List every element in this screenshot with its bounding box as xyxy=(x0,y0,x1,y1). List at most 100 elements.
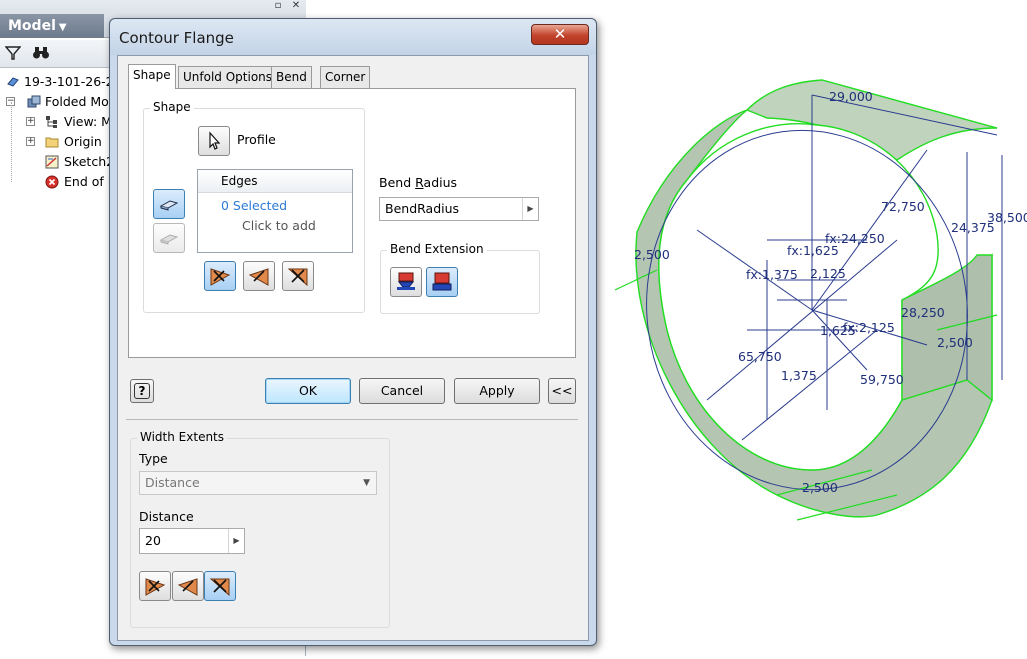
folded-model-icon xyxy=(27,95,41,108)
dialog-titlebar[interactable]: Contour Flange ✕ xyxy=(110,19,596,55)
dim-fx-1-375: fx:1,375 xyxy=(746,267,798,282)
tab-bend[interactable]: Bend xyxy=(271,66,312,88)
cancel-label: Cancel xyxy=(380,383,424,398)
tree-item-label: Folded Mod xyxy=(45,94,117,109)
dim-fx-1-625: fx:1,625 xyxy=(787,243,839,258)
shape-tab-panel: Shape Profile Edges 0 Selected Click to … xyxy=(128,88,576,358)
bend-radius-label-pre: Bend xyxy=(379,175,416,190)
type-value: Distance xyxy=(145,475,200,490)
dialog-title: Contour Flange xyxy=(119,29,234,47)
width-direction-one-button[interactable] xyxy=(139,571,171,601)
bend-extension-align-icon xyxy=(432,272,452,291)
profile-select-button[interactable] xyxy=(198,126,230,156)
bend-radius-field[interactable]: BendRadius ▶ xyxy=(379,197,539,221)
direction-two-icon xyxy=(177,578,198,596)
flip-side-icon xyxy=(210,268,231,286)
type-label: Type xyxy=(139,451,168,466)
tree-guide-line xyxy=(11,102,12,182)
close-button[interactable]: ✕ xyxy=(531,24,589,45)
close-panel-icon[interactable]: ✕ xyxy=(290,0,302,12)
flip-opposite-icon xyxy=(248,268,269,286)
width-extents-group: Width Extents Type Distance ▼ Distance 2… xyxy=(130,430,390,628)
distance-label: Distance xyxy=(139,509,194,524)
bend-radius-label: Bend Radius xyxy=(379,175,457,190)
symmetric-icon xyxy=(287,268,308,287)
restore-icon[interactable]: ▫ xyxy=(272,0,284,12)
dim-29-000: 29,000 xyxy=(829,89,873,104)
dim-2-500-left: 2,500 xyxy=(634,247,670,262)
tree-item-label: 19-3-101-26-2 xyxy=(24,74,114,89)
edge-icon xyxy=(159,200,179,211)
tab-unfold-options[interactable]: Unfold Options xyxy=(178,66,278,88)
dim-1-375: 1,375 xyxy=(781,368,817,383)
view-rep-icon xyxy=(46,116,57,128)
bend-radius-value: BendRadius xyxy=(385,201,460,216)
chevron-right-icon[interactable]: ▶ xyxy=(228,529,244,553)
close-icon: ✕ xyxy=(553,25,567,43)
apply-label: Apply xyxy=(479,383,515,398)
dim-2-500-bottom: 2,500 xyxy=(802,480,838,495)
help-icon: ? xyxy=(134,383,150,399)
width-direction-two-button[interactable] xyxy=(172,571,204,601)
tab-label: Shape xyxy=(133,68,171,82)
loop-mode-button[interactable] xyxy=(153,223,185,253)
browser-title-label: Model xyxy=(8,18,56,34)
chevron-down-icon: ▼ xyxy=(363,478,370,488)
apply-button[interactable]: Apply xyxy=(454,378,540,404)
distance-value: 20 xyxy=(145,533,161,548)
tree-item-label: Sketch2 xyxy=(64,154,115,169)
expand-icon[interactable]: + xyxy=(26,137,35,146)
dim-2-500-right: 2,500 xyxy=(937,335,973,350)
dialog-client: Shape Unfold Options Bend Corner Shape P… xyxy=(117,55,589,641)
tree-item-label: View: M xyxy=(64,114,112,129)
tab-label: Unfold Options xyxy=(183,70,273,84)
tab-label: Bend xyxy=(276,70,307,84)
sketch-icon xyxy=(45,155,59,169)
end-of-part-icon xyxy=(45,175,59,189)
tab-corner[interactable]: Corner xyxy=(320,66,371,88)
shape-group-legend: Shape xyxy=(150,100,194,114)
tree-item-label: Origin xyxy=(64,134,102,149)
edge-mode-button[interactable] xyxy=(153,189,185,219)
binoculars-find-icon[interactable] xyxy=(32,45,50,63)
profile-label: Profile xyxy=(237,132,276,147)
expand-icon[interactable]: + xyxy=(26,117,35,126)
type-dropdown[interactable]: Distance ▼ xyxy=(139,471,377,495)
shape-group: Shape Profile Edges 0 Selected Click to … xyxy=(143,100,365,313)
dim-fx-2-125: fx:2,125 xyxy=(843,320,895,335)
ok-button[interactable]: OK xyxy=(265,378,351,404)
collapse-label: << xyxy=(551,383,573,398)
help-button[interactable]: ? xyxy=(130,379,154,403)
bend-radius-label-post: adius xyxy=(423,175,458,190)
dim-59-750: 59,750 xyxy=(860,372,904,387)
tab-label: Corner xyxy=(325,70,366,84)
filter-icon[interactable] xyxy=(4,45,22,63)
bend-extension-align-button[interactable] xyxy=(426,267,458,297)
bend-extension-default-icon xyxy=(397,272,415,290)
dim-28-250: 28,250 xyxy=(901,305,945,320)
bend-extension-legend: Bend Extension xyxy=(387,242,487,256)
width-symmetric-button[interactable] xyxy=(204,571,236,601)
graphics-viewport[interactable]: 29,000 72,750 24,375 38,500 fx:24,250 fx… xyxy=(597,0,1027,656)
bend-extension-default-button[interactable] xyxy=(390,267,422,297)
dim-2-125: 2,125 xyxy=(810,266,846,281)
flip-opposite-button[interactable] xyxy=(243,261,275,291)
dim-72-750: 72,750 xyxy=(881,199,925,214)
flip-side-button[interactable] xyxy=(204,261,236,291)
symmetric-icon xyxy=(209,578,230,597)
ok-label: OK xyxy=(298,383,318,398)
edges-listbox[interactable]: Edges 0 Selected Click to add xyxy=(197,169,353,253)
loop-icon xyxy=(159,234,179,245)
browser-title-dropdown[interactable]: Model ▼ xyxy=(0,14,104,38)
cursor-arrow-icon xyxy=(209,131,221,150)
contour-flange-model: 29,000 72,750 24,375 38,500 fx:24,250 fx… xyxy=(614,79,1027,521)
cancel-button[interactable]: Cancel xyxy=(359,378,445,404)
edges-header: Edges xyxy=(198,170,352,193)
collapse-dialog-button[interactable]: << xyxy=(548,378,576,404)
distance-field[interactable]: 20 ▶ xyxy=(139,528,245,554)
chevron-down-icon: ▼ xyxy=(58,22,67,33)
folder-icon xyxy=(45,137,59,148)
chevron-right-icon[interactable]: ▶ xyxy=(522,198,538,220)
symmetric-button[interactable] xyxy=(282,261,314,291)
tab-shape[interactable]: Shape xyxy=(128,64,176,89)
